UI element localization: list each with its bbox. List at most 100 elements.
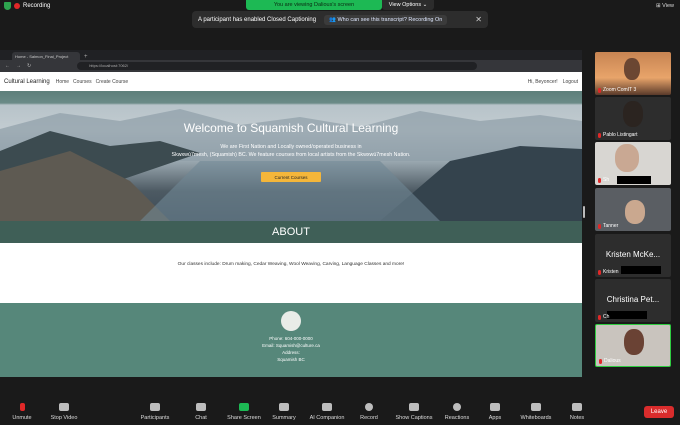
participant-name-label: Kristen	[603, 269, 619, 275]
participants-button[interactable]: Participants	[135, 401, 175, 421]
participant-tile[interactable]: Christina Pet... Ch	[595, 279, 671, 322]
participant-tile-active-speaker[interactable]: Dalious	[595, 324, 671, 367]
muted-mic-icon	[598, 87, 601, 93]
people-icon: 👥	[329, 16, 336, 23]
chat-button[interactable]: Chat	[181, 401, 221, 421]
share-screen-button[interactable]: Share Screen	[224, 401, 264, 421]
whiteboards-button[interactable]: Whiteboards	[514, 401, 558, 421]
view-label: View	[662, 3, 674, 9]
chat-icon	[196, 403, 206, 411]
view-button[interactable]: ⊞ View	[656, 3, 674, 9]
participants-label: Participants	[140, 415, 170, 421]
hero-description: We are First Nation and Locally owned/op…	[0, 143, 582, 159]
share-screen-label: Share Screen	[227, 415, 261, 421]
user-greeting-link[interactable]: Hi, Beyoncer!	[528, 79, 558, 85]
participant-face	[615, 144, 639, 172]
hero-banner: Welcome to Squamish Cultural Learning We…	[0, 91, 582, 221]
stop-video-button[interactable]: Stop Video	[44, 401, 84, 421]
redacted-name	[621, 266, 661, 274]
participant-face	[623, 101, 643, 127]
about-text: Our classes include: Drum making, Cedar …	[0, 243, 582, 303]
browser-tab[interactable]: Home - Salmon_Final_Project	[12, 52, 80, 60]
reload-icon[interactable]: ↻	[27, 63, 31, 69]
nav-create-course-link[interactable]: Create Course	[96, 79, 129, 85]
apps-label: Apps	[488, 415, 502, 421]
ai-companion-icon	[322, 403, 332, 411]
url-field[interactable]: https://localhost:7062/	[77, 62, 478, 70]
nav-courses-link[interactable]: Courses	[73, 79, 92, 85]
logout-link[interactable]: Logout	[563, 79, 578, 85]
nav-home-link[interactable]: Home	[56, 79, 69, 85]
participant-face	[624, 58, 640, 80]
viewing-screen-banner: You are viewing Dalious's screen	[246, 0, 382, 10]
view-options-label: View Options	[388, 2, 422, 8]
show-captions-button[interactable]: Show Captions	[393, 401, 435, 421]
summary-button[interactable]: Summary	[264, 401, 304, 421]
participant-display-name: Kristen McKe...	[605, 250, 661, 259]
browser-tab-title: Home - Salmon_Final_Project	[15, 54, 69, 59]
ai-companion-button[interactable]: AI Companion	[306, 401, 348, 421]
participant-name: Tanner	[598, 223, 618, 229]
site-navbar: Cultural Learning Home Courses Create Co…	[0, 72, 582, 91]
summary-icon	[279, 403, 289, 411]
participant-name: Sh	[598, 177, 609, 183]
recording-indicator: Recording	[4, 2, 50, 10]
new-tab-icon[interactable]: +	[84, 54, 88, 60]
reactions-label: Reactions	[444, 415, 470, 421]
chat-label: Chat	[195, 415, 207, 421]
muted-mic-icon	[598, 223, 601, 229]
forward-icon[interactable]: →	[16, 63, 21, 69]
stop-video-label: Stop Video	[50, 415, 78, 421]
shield-icon	[4, 2, 11, 10]
participant-name-label: Pablo Listingart	[603, 132, 638, 138]
current-courses-button[interactable]: Current Courses	[261, 172, 321, 182]
summary-label: Summary	[272, 415, 296, 421]
recording-label: Recording	[23, 3, 51, 9]
footer-address: Squamish BC	[277, 357, 305, 362]
record-label: Record	[360, 415, 378, 421]
reactions-button[interactable]: Reactions	[437, 401, 477, 421]
notes-button[interactable]: Notes	[557, 401, 597, 421]
leave-button[interactable]: Leave	[644, 406, 674, 418]
apps-button[interactable]: Apps	[475, 401, 515, 421]
participant-tile[interactable]: Tanner	[595, 188, 671, 231]
notes-label: Notes	[569, 415, 585, 421]
participant-face	[625, 200, 645, 224]
participant-name: Pablo Listingart	[598, 132, 637, 138]
panel-splitter-handle[interactable]	[583, 206, 585, 218]
participant-tile[interactable]: Pablo Listingart	[595, 97, 671, 140]
show-captions-label: Show Captions	[395, 415, 433, 421]
participant-name: Zoom ComIT 3	[598, 87, 636, 93]
participant-name-label: Zoom ComIT 3	[603, 87, 637, 93]
unmute-button[interactable]: Unmute	[2, 401, 42, 421]
participant-name-label: Dalious	[604, 358, 621, 364]
participant-tile[interactable]: Sh	[595, 142, 671, 185]
apps-icon	[490, 403, 500, 411]
transcript-visibility-label: Who can see this transcript? Recording O…	[337, 16, 443, 23]
transcript-visibility-link[interactable]: 👥 Who can see this transcript? Recording…	[324, 14, 448, 25]
record-button[interactable]: Record	[349, 401, 389, 421]
whiteboard-icon	[531, 403, 541, 411]
site-brand[interactable]: Cultural Learning	[4, 79, 50, 85]
back-icon[interactable]: ←	[5, 63, 10, 69]
muted-mic-icon	[598, 269, 601, 275]
hero-description-line-2: Skwxwú7mesh, (Squamish) BC. We feature c…	[171, 152, 411, 158]
site-footer: Phone: 604-000-0000 Email: Squamish@cult…	[0, 303, 582, 377]
participants-icon	[150, 403, 160, 411]
hero-title: Welcome to Squamish Cultural Learning	[183, 121, 399, 135]
captions-icon	[409, 403, 419, 411]
footer-email: Email: Squamish@culture.ca	[262, 343, 320, 348]
view-options-button[interactable]: View Options ⌄	[382, 0, 434, 10]
microphone-muted-icon	[19, 403, 25, 411]
participant-name-label: Sh	[603, 177, 610, 183]
participant-tile[interactable]: Zoom ComIT 3	[595, 52, 671, 95]
redacted-name	[607, 311, 647, 319]
whiteboards-label: Whiteboards	[520, 415, 552, 421]
record-dot-icon	[14, 3, 20, 9]
unmute-label: Unmute	[12, 415, 32, 421]
close-icon[interactable]: ✕	[475, 15, 482, 24]
participant-tile[interactable]: Kristen McKe... Kristen	[595, 234, 671, 277]
video-camera-icon	[59, 403, 69, 411]
hero-description-line-1: We are First Nation and Locally owned/op…	[220, 144, 362, 150]
participant-name: Dalious	[599, 358, 621, 364]
